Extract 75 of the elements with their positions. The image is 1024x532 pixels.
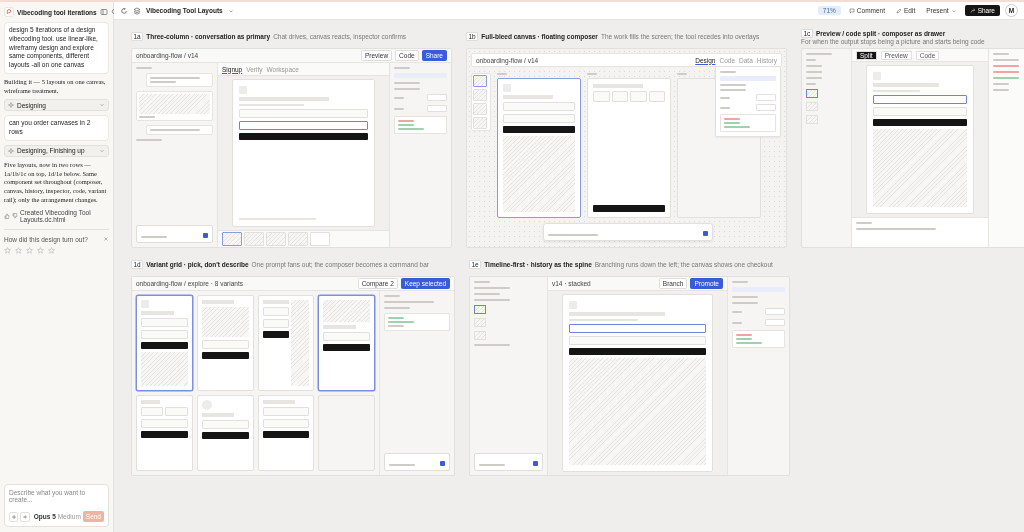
field-placeholder — [201, 340, 249, 349]
field-placeholder — [201, 420, 249, 429]
preview-card[interactable] — [136, 91, 213, 121]
page-rail — [471, 73, 491, 131]
field-placeholder — [262, 407, 310, 416]
variant-card[interactable] — [136, 295, 193, 391]
star-icon[interactable] — [26, 246, 33, 254]
code-digit-field — [648, 91, 665, 102]
chevron-icon — [99, 102, 105, 109]
sparkle-icon — [8, 102, 14, 109]
comment-icon — [848, 7, 855, 14]
field-placeholder — [503, 114, 575, 123]
button-placeholder — [503, 126, 575, 133]
diff-box — [394, 116, 447, 134]
message-bubble — [146, 125, 213, 135]
button-placeholder — [141, 431, 188, 438]
version-thumbnail[interactable] — [474, 305, 486, 314]
share-icon — [969, 7, 976, 14]
message-input[interactable] — [136, 225, 213, 243]
caret-icon — [950, 7, 957, 14]
image-placeholder — [141, 352, 188, 386]
diff-box — [384, 313, 450, 331]
star-icon[interactable] — [48, 246, 55, 254]
star-rating[interactable] — [4, 246, 55, 254]
chevron-icon — [99, 147, 105, 154]
button-placeholder — [593, 205, 665, 212]
floating-composer[interactable] — [543, 223, 713, 241]
voice-button[interactable] — [20, 511, 30, 522]
refine-input[interactable] — [384, 453, 450, 471]
field-placeholder — [262, 319, 289, 328]
message-input[interactable] — [474, 453, 543, 471]
button-placeholder — [141, 342, 188, 349]
waveform-icon — [22, 513, 29, 520]
button-placeholder — [323, 344, 370, 351]
panel-icon[interactable] — [99, 8, 108, 16]
image-placeholder — [323, 300, 370, 322]
field-placeholder — [262, 307, 289, 316]
thumbs-up-icon[interactable] — [4, 212, 10, 219]
plus-icon — [10, 513, 17, 520]
image-placeholder — [201, 307, 249, 337]
app-logo-icon[interactable] — [4, 7, 14, 17]
variant-card[interactable] — [318, 295, 375, 391]
star-icon[interactable] — [4, 246, 11, 254]
field-placeholder — [141, 318, 188, 327]
layers-icon[interactable] — [133, 6, 141, 15]
page-preview[interactable] — [497, 78, 581, 218]
field-placeholder — [165, 407, 188, 416]
close-icon[interactable] — [103, 236, 109, 243]
pencil-icon — [896, 7, 903, 14]
code-digit-field — [630, 91, 647, 102]
star-icon[interactable] — [37, 246, 44, 254]
version-thumbnail[interactable] — [806, 89, 818, 98]
field-placeholder — [141, 419, 188, 428]
caret-icon[interactable] — [227, 7, 234, 14]
field-placeholder — [141, 330, 188, 339]
code-digit-field — [593, 91, 610, 102]
button-placeholder — [262, 431, 310, 438]
button-placeholder — [262, 331, 289, 338]
thumbs-down-icon[interactable] — [12, 212, 18, 219]
add-version-button[interactable] — [310, 232, 330, 246]
sparkle-icon — [8, 147, 14, 154]
code-digit-field — [611, 91, 628, 102]
field-placeholder — [323, 332, 370, 341]
diff-box — [732, 330, 785, 348]
button-placeholder — [201, 432, 249, 439]
field-placeholder — [503, 102, 575, 111]
add-button[interactable] — [9, 511, 19, 522]
refresh-icon[interactable] — [120, 6, 128, 15]
message-bubble — [146, 73, 213, 87]
field-placeholder — [141, 407, 164, 416]
field-placeholder — [262, 419, 310, 428]
diff-box — [720, 114, 776, 132]
button-placeholder — [201, 352, 249, 359]
version-thumbnail[interactable] — [222, 232, 242, 246]
star-icon[interactable] — [15, 246, 22, 254]
